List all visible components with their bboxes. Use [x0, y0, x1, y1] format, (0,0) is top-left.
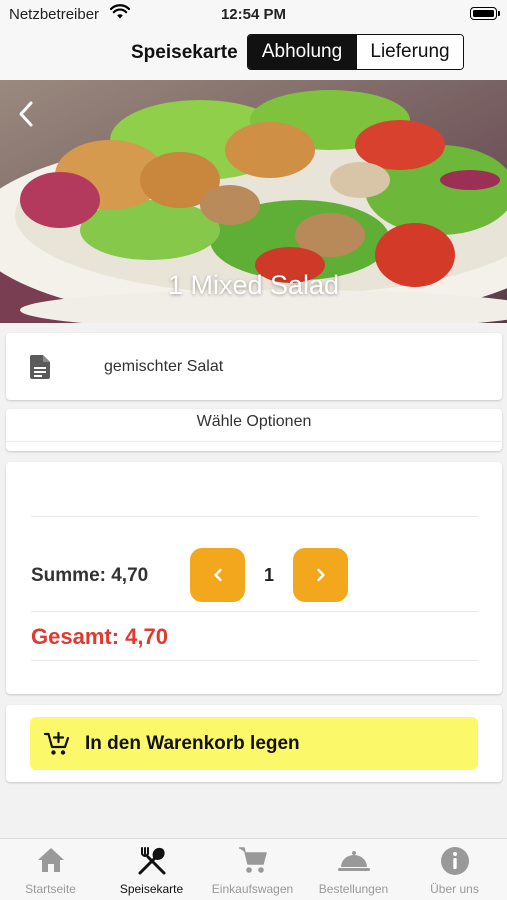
segment-abholung[interactable]: Abholung	[248, 35, 356, 69]
quantity-value: 1	[263, 565, 274, 585]
home-icon	[0, 845, 101, 877]
add-to-cart-card: In den Warenkorb legen	[6, 705, 502, 782]
tab-label: Über uns	[430, 882, 479, 896]
tab-startseite[interactable]: Startseite	[0, 839, 101, 900]
cloche-icon	[303, 845, 404, 877]
dish-hero-image: 1 Mixed Salad	[0, 80, 507, 323]
add-to-cart-label: In den Warenkorb legen	[85, 733, 300, 754]
utensils-icon	[101, 845, 202, 877]
dish-description: gemischter Salat	[104, 358, 224, 375]
divider	[31, 611, 478, 612]
description-card: gemischter Salat	[6, 333, 502, 400]
segment-lieferung[interactable]: Lieferung	[356, 35, 463, 69]
navigation-bar: Speisekarte Abholung Lieferung	[0, 28, 507, 80]
choose-options-label[interactable]: Wähle Optionen	[6, 413, 502, 431]
cart-icon	[202, 845, 303, 877]
dish-title: 1 Mixed Salad	[167, 270, 340, 300]
divider	[31, 516, 478, 517]
add-to-cart-button[interactable]: In den Warenkorb legen	[30, 717, 478, 770]
chevron-left-icon	[213, 568, 222, 582]
tab-bar: Startseite Speisekarte Einkaufswagen Bes…	[0, 838, 507, 900]
options-card[interactable]: Wähle Optionen	[6, 409, 502, 451]
tab-einkaufswagen[interactable]: Einkaufswagen	[202, 839, 303, 900]
clock: 12:54 PM	[220, 6, 287, 23]
tab-ueber-uns[interactable]: Über uns	[404, 839, 505, 900]
divider	[31, 660, 478, 661]
info-icon	[404, 845, 505, 877]
cart-add-icon	[43, 731, 70, 762]
document-icon	[30, 355, 50, 384]
totals-card: Summe: 4,70 1 Gesamt: 4,70	[6, 462, 502, 694]
tab-speisekarte[interactable]: Speisekarte	[101, 839, 202, 900]
tab-label: Bestellungen	[318, 882, 389, 896]
status-bar: Netzbetreiber 12:54 PM	[0, 0, 507, 28]
grand-total-label: Gesamt: 4,70	[31, 624, 168, 649]
divider	[6, 441, 502, 442]
sum-label: Summe: 4,70	[31, 565, 149, 586]
increase-quantity-button[interactable]	[293, 548, 348, 602]
order-type-segmented-control[interactable]: Abholung Lieferung	[247, 34, 464, 70]
tab-bestellungen[interactable]: Bestellungen	[303, 839, 404, 900]
tab-label: Speisekarte	[119, 882, 184, 896]
tab-label: Einkaufswagen	[211, 882, 294, 896]
page-title: Speisekarte	[131, 42, 238, 63]
battery-icon	[470, 7, 497, 20]
decrease-quantity-button[interactable]	[190, 548, 245, 602]
tab-label: Startseite	[25, 882, 76, 896]
chevron-right-icon	[316, 568, 325, 582]
